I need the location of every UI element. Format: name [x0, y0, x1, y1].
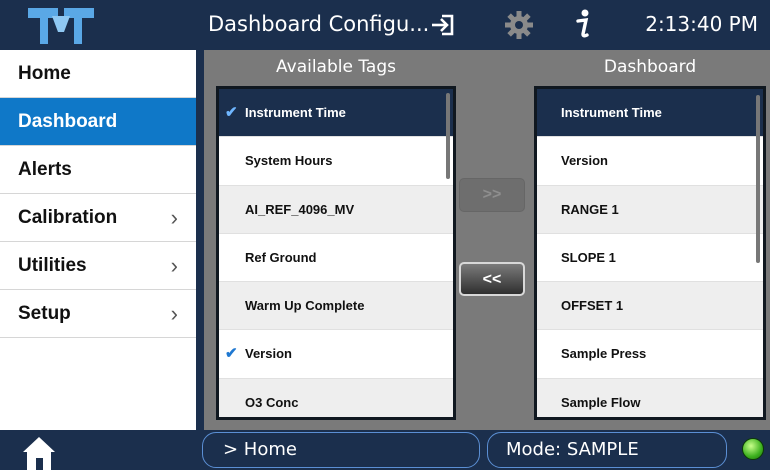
- tag-label: Ref Ground: [245, 249, 317, 265]
- list-item[interactable]: RANGE 1: [537, 185, 763, 234]
- exit-icon[interactable]: [430, 12, 456, 43]
- list-item[interactable]: AI_REF_4096_MV: [219, 185, 453, 234]
- home-icon[interactable]: [22, 436, 56, 470]
- dashboard-config-panel: Available Tags Dashboard ✔ Instrument Ti…: [204, 50, 770, 430]
- list-item[interactable]: ✔ Instrument Time: [219, 89, 453, 138]
- list-item[interactable]: Version: [537, 137, 763, 186]
- check-icon: ✔: [225, 345, 238, 363]
- list-item[interactable]: Instrument Time: [537, 89, 763, 138]
- list-item[interactable]: Ref Ground: [219, 234, 453, 283]
- teledyne-logo-icon: [28, 8, 94, 44]
- page-title: Dashboard Configu...: [208, 12, 430, 36]
- tag-label: Version: [561, 153, 608, 169]
- list-item[interactable]: Sample Flow: [537, 378, 763, 417]
- check-icon: ✔: [225, 104, 238, 121]
- sidebar-item-label: Utilities: [18, 255, 87, 276]
- dashboard-heading: Dashboard: [603, 57, 697, 77]
- bottom-bar: > Home Mode: SAMPLE: [0, 430, 770, 470]
- status-led-icon: [742, 438, 764, 460]
- tag-label: Instrument Time: [245, 105, 346, 120]
- dashboard-tags-list[interactable]: Instrument Time Version RANGE 1 SLOPE 1 …: [534, 86, 766, 420]
- tag-label: O3 Conc: [245, 394, 299, 410]
- remove-from-dashboard-button[interactable]: <<: [459, 262, 525, 296]
- sidebar-item-label: Alerts: [18, 159, 72, 180]
- chevron-right-icon: ›: [170, 253, 178, 278]
- tag-label: Warm Up Complete: [245, 298, 365, 314]
- breadcrumb[interactable]: > Home: [202, 432, 480, 468]
- sidebar-item-setup[interactable]: Setup ›: [0, 290, 196, 338]
- tag-label: OFFSET 1: [561, 298, 624, 314]
- sidebar: Home Dashboard Alerts Calibration › Util…: [0, 50, 200, 430]
- add-to-dashboard-button[interactable]: >>: [459, 178, 525, 212]
- mode-indicator[interactable]: Mode: SAMPLE: [487, 432, 727, 468]
- list-item[interactable]: SLOPE 1: [537, 234, 763, 283]
- scrollbar[interactable]: [446, 93, 450, 179]
- logo: [0, 0, 200, 50]
- sidebar-item-dashboard[interactable]: Dashboard: [0, 98, 196, 146]
- sidebar-item-home[interactable]: Home: [0, 50, 196, 98]
- top-bar: Dashboard Configu... 2:13:40 PM: [0, 0, 770, 50]
- tag-label: System Hours: [245, 153, 333, 169]
- sidebar-item-label: Calibration: [18, 207, 118, 228]
- sidebar-item-utilities[interactable]: Utilities ›: [0, 242, 196, 290]
- sidebar-item-alerts[interactable]: Alerts: [0, 146, 196, 194]
- list-item[interactable]: System Hours: [219, 137, 453, 186]
- list-item[interactable]: OFFSET 1: [537, 282, 763, 331]
- sidebar-item-label: Setup: [18, 303, 71, 324]
- tag-label: SLOPE 1: [561, 249, 616, 265]
- available-tags-heading: Available Tags: [276, 57, 396, 77]
- tag-label: Sample Flow: [561, 394, 641, 410]
- tag-label: AI_REF_4096_MV: [245, 201, 355, 217]
- list-item[interactable]: ✔ Version: [219, 330, 453, 379]
- tag-label: RANGE 1: [561, 201, 619, 217]
- sidebar-item-label: Home: [18, 63, 71, 84]
- gear-icon[interactable]: [504, 10, 534, 45]
- available-tags-list[interactable]: ✔ Instrument Time System Hours AI_REF_40…: [216, 86, 456, 420]
- tag-label: Version: [245, 346, 292, 362]
- info-icon[interactable]: [574, 8, 594, 45]
- sidebar-item-calibration[interactable]: Calibration ›: [0, 194, 196, 242]
- chevron-right-icon: ›: [170, 205, 178, 230]
- tag-label: Sample Press: [561, 346, 647, 362]
- tag-label: Instrument Time: [561, 105, 662, 120]
- scrollbar[interactable]: [756, 95, 760, 263]
- list-item[interactable]: O3 Conc: [219, 378, 453, 417]
- list-item[interactable]: Sample Press: [537, 330, 763, 379]
- list-item[interactable]: Warm Up Complete: [219, 282, 453, 331]
- clock: 2:13:40 PM: [645, 12, 758, 36]
- sidebar-item-label: Dashboard: [18, 111, 118, 132]
- chevron-right-icon: ›: [170, 301, 178, 326]
